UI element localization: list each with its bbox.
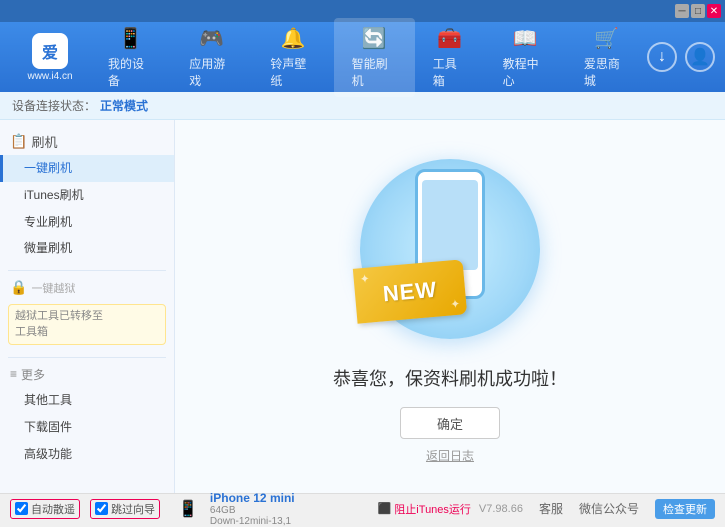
back-link[interactable]: 返回日志 <box>426 447 474 464</box>
nav-apps-games-label: 应用游戏 <box>189 55 234 89</box>
sidebar-section-header-flash: 📋 刷机 <box>0 128 174 155</box>
jailbreak-header: 🔒 一键越狱 <box>0 275 174 300</box>
main-nav: 📱 我的设备 🎮 应用游戏 🔔 铃声壁纸 🔄 智能刷机 🧰 工具箱 📖 教程中心… <box>90 18 647 97</box>
sidebar-item-one-click[interactable]: 一键刷机 <box>0 155 174 182</box>
one-click-label: 一键刷机 <box>24 161 72 175</box>
wechat-link[interactable]: 微信公众号 <box>579 500 639 517</box>
jailbreak-warning: 越狱工具已转移至工具箱 <box>8 304 166 345</box>
skip-wizard-label: 跳过向导 <box>111 501 155 517</box>
advanced-label: 高级功能 <box>24 447 72 461</box>
device-info: iPhone 12 mini 64GB Down-12mini-13,1 <box>210 491 295 527</box>
customer-service-link[interactable]: 客服 <box>539 500 563 517</box>
bottom-left: 自动散遥 跳过向导 📱 iPhone 12 mini 64GB Down-12m… <box>10 491 378 527</box>
sidebar: 📋 刷机 一键刷机 iTunes刷机 专业刷机 微量刷机 🔒 一键越狱 <box>0 120 175 493</box>
logo-letter: 爱 <box>42 39 58 63</box>
stop-icon: ⬛ <box>378 502 392 515</box>
smart-flash-icon: 🔄 <box>362 26 387 51</box>
maximize-button[interactable]: □ <box>691 4 705 18</box>
header: 爱 www.i4.cn 📱 我的设备 🎮 应用游戏 🔔 铃声壁纸 🔄 智能刷机 … <box>0 22 725 92</box>
logo-icon: 爱 <box>32 33 68 69</box>
sidebar-item-download-firmware[interactable]: 下载固件 <box>0 414 174 441</box>
status-label: 设备连接状态： <box>12 97 96 114</box>
main-area: 📋 刷机 一键刷机 iTunes刷机 专业刷机 微量刷机 🔒 一键越狱 <box>0 120 725 493</box>
confirm-button[interactable]: 确定 <box>400 407 500 439</box>
nav-smart-flash[interactable]: 🔄 智能刷机 <box>334 18 415 97</box>
download-firmware-label: 下载固件 <box>24 420 72 434</box>
logo[interactable]: 爱 www.i4.cn <box>10 33 90 82</box>
skip-wizard-checkbox-container[interactable]: 跳过向导 <box>90 499 160 519</box>
bottom-right: V7.98.66 客服 微信公众号 检查更新 <box>479 499 715 519</box>
content-area: NEW 恭喜您，保资料刷机成功啦！ 确定 返回日志 <box>175 120 725 493</box>
success-title: 恭喜您，保资料刷机成功啦！ <box>333 365 567 391</box>
nav-toolbox-label: 工具箱 <box>433 55 467 89</box>
sidebar-section-flash: 📋 刷机 一键刷机 iTunes刷机 专业刷机 微量刷机 <box>0 128 174 262</box>
auto-send-checkbox[interactable] <box>15 502 28 515</box>
more-section-icon: ≡ <box>10 367 17 381</box>
sidebar-section-more: ≡ 更多 其他工具 下载固件 高级功能 <box>0 362 174 467</box>
window-controls: ─ □ ✕ <box>675 4 721 18</box>
mall-icon: 🛒 <box>594 26 619 51</box>
jailbreak-warning-text: 越狱工具已转移至工具箱 <box>15 310 103 337</box>
nav-mall-label: 爱思商城 <box>584 55 629 89</box>
divider-2 <box>8 357 166 358</box>
skip-wizard-checkbox[interactable] <box>95 502 108 515</box>
more-section-label: 更多 <box>21 366 45 383</box>
close-button[interactable]: ✕ <box>707 4 721 18</box>
user-button[interactable]: 👤 <box>685 42 715 72</box>
device-section: 📱 iPhone 12 mini 64GB Down-12mini-13,1 <box>178 491 295 527</box>
header-right: ↓ 👤 <box>647 42 715 72</box>
apps-games-icon: 🎮 <box>199 26 224 51</box>
stop-itunes-button[interactable]: ⬛ 阻止iTunes运行 <box>378 501 471 517</box>
device-storage: 64GB <box>210 505 295 516</box>
logo-url: www.i4.cn <box>27 71 72 82</box>
other-tools-label: 其他工具 <box>24 393 72 407</box>
sidebar-item-pro[interactable]: 专业刷机 <box>0 209 174 236</box>
phone-screen <box>422 180 478 270</box>
new-badge: NEW <box>353 259 467 323</box>
sidebar-item-other-tools[interactable]: 其他工具 <box>0 387 174 414</box>
minimize-button[interactable]: ─ <box>675 4 689 18</box>
auto-send-checkbox-container[interactable]: 自动散遥 <box>10 499 80 519</box>
version-text: V7.98.66 <box>479 503 523 515</box>
nav-tutorial-label: 教程中心 <box>503 55 548 89</box>
nav-smart-flash-label: 智能刷机 <box>352 55 397 89</box>
flash-section-label: 刷机 <box>31 132 57 151</box>
lock-icon: 🔒 <box>10 279 27 296</box>
nav-ringtone[interactable]: 🔔 铃声壁纸 <box>252 18 333 97</box>
nav-tutorial[interactable]: 📖 教程中心 <box>485 18 566 97</box>
check-update-button[interactable]: 检查更新 <box>655 499 715 519</box>
device-icon: 📱 <box>178 499 198 519</box>
sidebar-section-jailbreak: 🔒 一键越狱 越狱工具已转移至工具箱 <box>0 275 174 349</box>
nav-ringtone-label: 铃声壁纸 <box>270 55 315 89</box>
itunes-label: iTunes刷机 <box>24 188 84 202</box>
download-button[interactable]: ↓ <box>647 42 677 72</box>
new-badge-text: NEW <box>382 276 438 307</box>
nav-mall[interactable]: 🛒 爱思商城 <box>566 18 647 97</box>
auto-send-label: 自动散遥 <box>31 501 75 517</box>
sidebar-item-advanced[interactable]: 高级功能 <box>0 441 174 468</box>
ringtone-icon: 🔔 <box>281 26 306 51</box>
sidebar-item-itunes[interactable]: iTunes刷机 <box>0 182 174 209</box>
nav-my-device-label: 我的设备 <box>108 55 153 89</box>
nav-toolbox[interactable]: 🧰 工具箱 <box>415 18 485 97</box>
bottom-bar: 自动散遥 跳过向导 📱 iPhone 12 mini 64GB Down-12m… <box>0 493 725 523</box>
device-name: iPhone 12 mini <box>210 491 295 505</box>
nav-apps-games[interactable]: 🎮 应用游戏 <box>171 18 252 97</box>
jailbreak-label: 一键越狱 <box>31 280 75 296</box>
pro-label: 专业刷机 <box>24 215 72 229</box>
success-illustration: NEW <box>350 149 550 349</box>
save-data-label: 微量刷机 <box>24 241 72 255</box>
nav-my-device[interactable]: 📱 我的设备 <box>90 18 171 97</box>
stop-itunes-label: 阻止iTunes运行 <box>394 501 471 517</box>
flash-section-icon: 📋 <box>10 133 27 150</box>
status-value: 正常模式 <box>100 97 148 114</box>
divider-1 <box>8 270 166 271</box>
toolbox-icon: 🧰 <box>437 26 462 51</box>
device-firmware: Down-12mini-13,1 <box>210 516 295 527</box>
more-section-header: ≡ 更多 <box>0 362 174 387</box>
sidebar-item-save-data[interactable]: 微量刷机 <box>0 235 174 262</box>
my-device-icon: 📱 <box>118 26 143 51</box>
tutorial-icon: 📖 <box>513 26 538 51</box>
